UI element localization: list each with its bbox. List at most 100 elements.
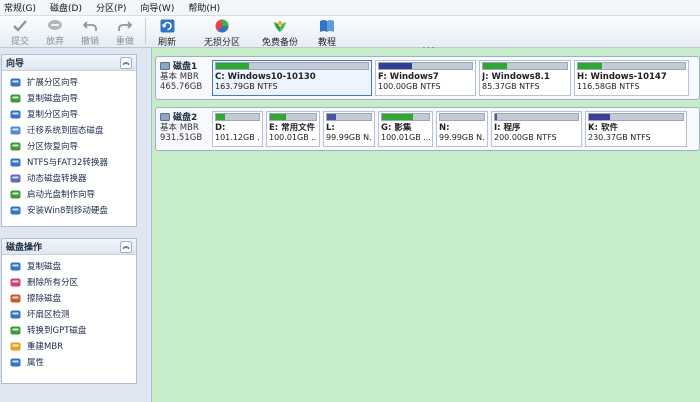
partition-usage-bar [439, 113, 485, 121]
partition-block[interactable]: L: 99.99GB N... [323, 111, 375, 147]
panel-item[interactable]: 重建MBR [2, 338, 136, 354]
partition-info: 100.01GB ... [269, 133, 317, 142]
menu-general[interactable]: 常规(G) [0, 1, 43, 14]
discard-button[interactable]: 放弃 [41, 16, 69, 47]
undo-button[interactable]: 撤销 [76, 16, 104, 47]
partition-usage-fill [270, 114, 287, 120]
partition-block[interactable]: I: 程序 200.00GB NTFS [491, 111, 582, 147]
partition-usage-bar [326, 113, 372, 121]
panel-item[interactable]: 删除所有分区 [2, 274, 136, 290]
partition-info: 85.37GB NTFS [482, 82, 540, 91]
panel-item-label: 属性 [27, 358, 45, 368]
panel-item-label: 分区恢复向导 [27, 142, 79, 152]
disk-icon [160, 61, 170, 70]
backup-icon [272, 19, 288, 33]
partition-usage-fill [589, 114, 610, 120]
partition-block[interactable]: F: Windows7 100.00GB NTFS [375, 60, 476, 96]
dynamic-disk-convert-icon [10, 173, 21, 184]
panel-item[interactable]: 擦除磁盘 [2, 290, 136, 306]
properties-icon [10, 357, 21, 368]
partition-usage-bar [588, 113, 684, 121]
rebuild-mbr-icon [10, 341, 21, 352]
panel-item[interactable]: 扩展分区向导 [2, 74, 136, 90]
panel-item-label: NTFS与FAT32转换器 [27, 158, 108, 168]
panel-item[interactable]: 安装Win8到移动硬盘 [2, 202, 136, 218]
panel-item[interactable]: NTFS与FAT32转换器 [2, 154, 136, 170]
partition-block[interactable]: E: 常用文件 100.01GB ... [266, 111, 320, 147]
tutorial-button[interactable]: 教程 [314, 16, 340, 48]
panel-item-label: 擦除磁盘 [27, 294, 62, 304]
partition-name: G: 影集 [381, 123, 412, 133]
panel-item[interactable]: 复制磁盘向导 [2, 90, 136, 106]
partition-usage-fill [379, 63, 412, 69]
disk-map-area: 磁盘1 基本 MBR 465.76GB C: Windows10-10130 163.7… [151, 48, 700, 402]
panel-item-label: 坏扇区检测 [27, 310, 70, 320]
panel-item-label: 复制分区向导 [27, 110, 79, 120]
partition-block[interactable]: J: Windows8.1 85.37GB NTFS [479, 60, 571, 96]
partition-name: N: [439, 123, 450, 133]
menu-help[interactable]: 帮助(H) [181, 1, 227, 14]
partition-info: 116.58GB NTFS [577, 82, 640, 91]
panel-item[interactable]: 坏扇区检测 [2, 306, 136, 322]
partition-block[interactable]: K: 软件 230.37GB NTFS [585, 111, 687, 147]
partition-block[interactable]: D: 101.12GB ... [212, 111, 263, 147]
wizard-list: 扩展分区向导 复制磁盘向导复制分区向导迁移系统到固态磁盘 分区恢复向导 NTFS与FA… [2, 71, 136, 218]
disk-operations-list: 复制磁盘删除所有分区擦除磁盘坏扇区检测转换到GPT磁盘 重建MBR 属性 [2, 255, 136, 370]
panel-item[interactable]: 迁移系统到固态磁盘 [2, 122, 136, 138]
lossless-partition-button[interactable]: 无损分区 [200, 16, 244, 48]
copy-partition-icon [10, 109, 21, 120]
partition-block[interactable]: N: 99.99GB N... [436, 111, 488, 147]
redo-icon [117, 19, 133, 32]
disk-operations-panel: 磁盘操作 ︽ 复制磁盘 删除所有分区 擦除磁盘 坏扇区检测 转换到GPT磁盘 重建MBR 属… [1, 238, 137, 384]
wizard-panel-title: 向导 [6, 59, 25, 69]
commit-button[interactable]: 提交 [6, 16, 34, 47]
partition-usage-bar [215, 62, 369, 70]
partition-info: 99.99GB N... [439, 133, 485, 142]
panel-item[interactable]: 转换到GPT磁盘 [2, 322, 136, 338]
partition-block[interactable]: G: 影集 100.01GB ... [378, 111, 433, 147]
free-backup-button[interactable]: 免费备份 [258, 16, 302, 48]
redo-button[interactable]: 重做 [111, 16, 139, 47]
panel-item-label: 复制磁盘 [27, 262, 62, 272]
panel-item[interactable]: 启动光盘制作向导 [2, 186, 136, 202]
menu-wizard[interactable]: 向导(W) [133, 1, 181, 14]
partition-usage-fill [483, 63, 507, 69]
refresh-icon [159, 19, 175, 33]
partition-info: 100.01GB ... [381, 133, 430, 142]
panel-item[interactable]: 属性 [2, 354, 136, 370]
panel-item[interactable]: 复制磁盘 [2, 258, 136, 274]
panel-item-label: 启动光盘制作向导 [27, 190, 96, 200]
convert-gpt-icon [10, 325, 21, 336]
partition-block[interactable]: H: Windows-10147 116.58GB NTFS [574, 60, 689, 96]
copy-disk-icon [10, 93, 21, 104]
panel-item[interactable]: 分区恢复向导 [2, 138, 136, 154]
partition-info: 100.00GB NTFS [378, 82, 441, 91]
wipe-disk-icon [10, 293, 21, 304]
wizard-panel-collapse-button[interactable]: ︽ [120, 56, 132, 69]
partition-name: K: 软件 [588, 123, 618, 133]
partition-name: C: Windows10-10130 [215, 72, 316, 82]
partition-strip: D: 101.12GB ... E: 常用文件 100.01GB ... L: 99.99… [212, 108, 699, 150]
menu-disk[interactable]: 磁盘(D) [43, 1, 89, 14]
menu-partition[interactable]: 分区(P) [89, 1, 133, 14]
panel-item[interactable]: 动态磁盘转换器 [2, 170, 136, 186]
disk-row-2[interactable]: 磁盘2 基本 MBR 931.51GB D: 101.12GB ... E: 常用文件 10… [155, 107, 700, 151]
disk-info: 磁盘1 基本 MBR 465.76GB [156, 57, 212, 99]
disk-operations-panel-collapse-button[interactable]: ︽ [120, 240, 132, 253]
partition-usage-bar [269, 113, 317, 121]
panel-item[interactable]: 复制分区向导 [2, 106, 136, 122]
disk-icon [160, 112, 170, 121]
partition-usage-bar [494, 113, 579, 121]
undo-icon [82, 19, 98, 32]
bad-sector-check-icon [10, 309, 21, 320]
panel-item-label: 迁移系统到固态磁盘 [27, 126, 104, 136]
partition-name: H: Windows-10147 [577, 72, 667, 82]
partition-name: I: 程序 [494, 123, 521, 133]
disk-row-1[interactable]: 磁盘1 基本 MBR 465.76GB C: Windows10-10130 163.7… [155, 56, 700, 100]
partition-block[interactable]: C: Windows10-10130 163.79GB NTFS [212, 60, 372, 96]
refresh-button[interactable]: 刷新 [154, 16, 180, 48]
extend-partition-icon [10, 77, 21, 88]
checkmark-icon [12, 19, 28, 32]
partition-info: 200.00GB NTFS [494, 133, 557, 142]
partition-usage-bar [577, 62, 686, 70]
